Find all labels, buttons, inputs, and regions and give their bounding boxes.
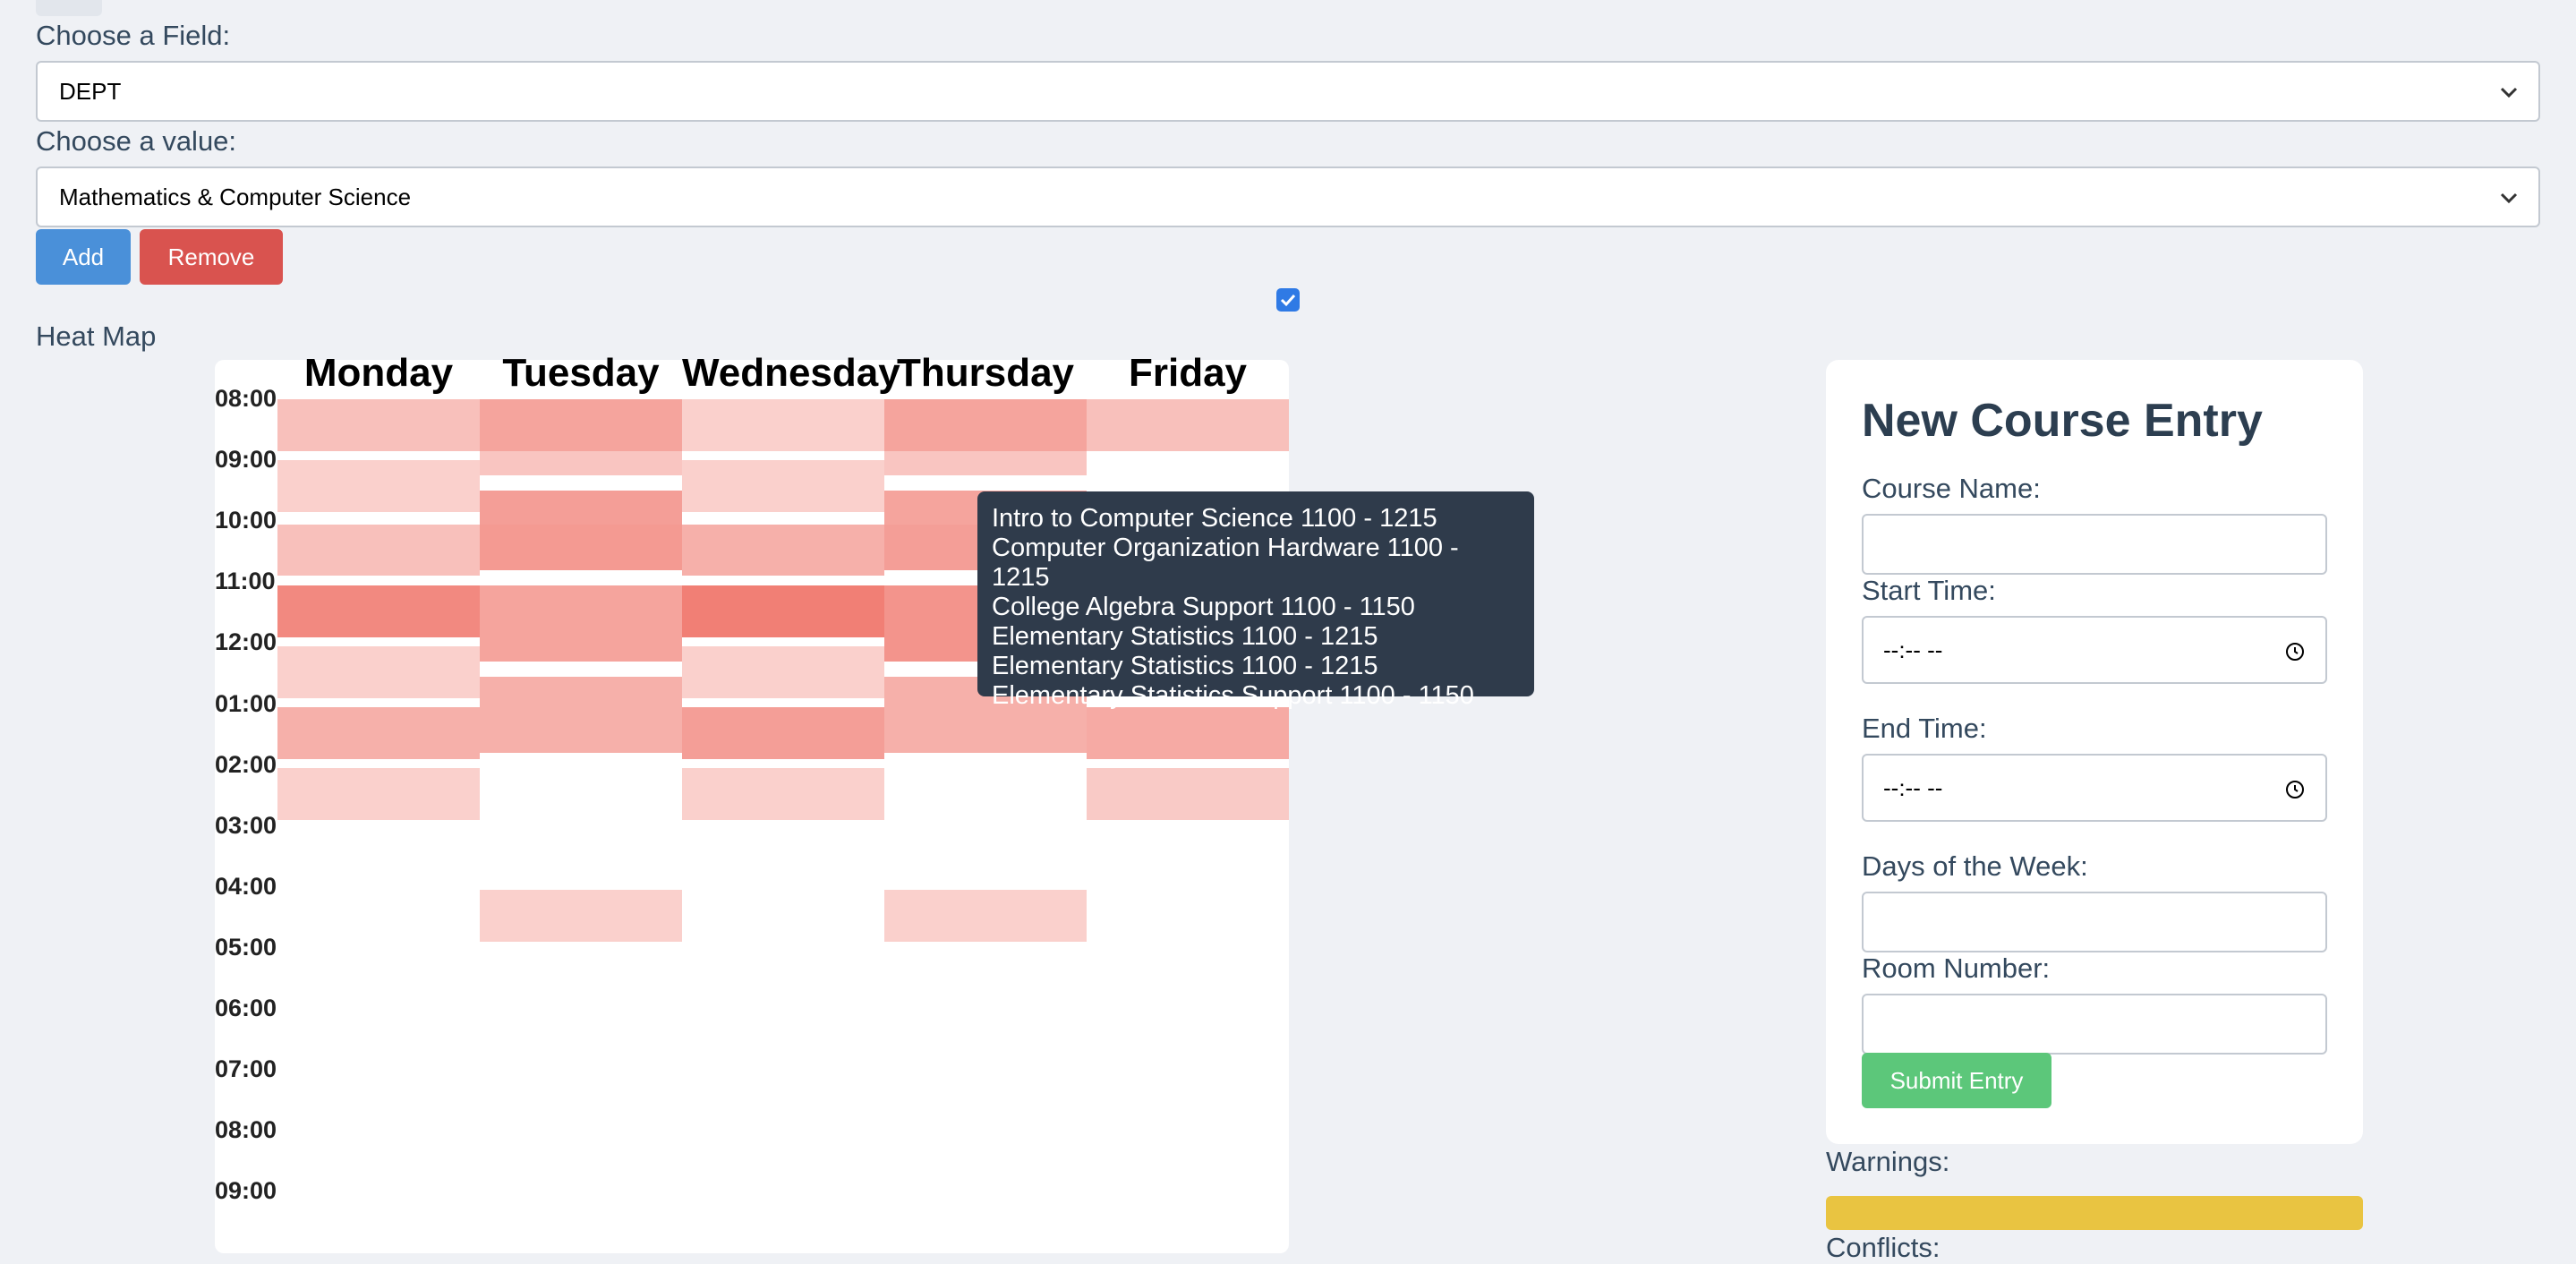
value-label: Choose a value:	[36, 125, 237, 157]
end-time-value: --:-- --	[1883, 773, 1943, 801]
card-title: New Course Entry	[1862, 395, 2263, 447]
heatmap-cell[interactable]	[480, 491, 682, 525]
heatmap-cell[interactable]	[682, 524, 884, 576]
tooltip-line: Computer Organization Hardware 1100 - 12…	[992, 534, 1459, 592]
value-select[interactable]: Mathematics & Computer Science	[36, 167, 2540, 227]
clock-icon	[2286, 781, 2304, 799]
start-time-value: --:-- --	[1883, 636, 1943, 663]
submit-entry-button[interactable]: Submit Entry	[1862, 1053, 2051, 1108]
heatmap-cell[interactable]	[884, 399, 1087, 451]
heatmap-cell[interactable]	[277, 460, 480, 512]
time-label: 02:00	[215, 750, 277, 778]
heatmap-tooltip: Intro to Computer Science 1100 - 1215 Com…	[977, 491, 1534, 710]
heatmap-cell[interactable]	[277, 585, 480, 637]
field-select-value: DEPT	[59, 77, 122, 105]
course-name-label: Course Name:	[1862, 473, 2041, 504]
time-label: 07:00	[215, 1055, 277, 1083]
days-label: Days of the Week:	[1862, 850, 2088, 882]
clock-icon	[2286, 643, 2304, 661]
value-select-value: Mathematics & Computer Science	[59, 183, 412, 210]
heatmap-title: Heat Map	[36, 320, 157, 352]
heatmap-cell[interactable]	[480, 676, 682, 753]
time-label: 01:00	[215, 689, 277, 717]
field-label: Choose a Field:	[36, 20, 231, 51]
end-time-input[interactable]: --:-- --	[1862, 754, 2327, 822]
end-time-label: End Time:	[1862, 713, 1987, 744]
top-tab	[36, 0, 102, 16]
time-label: 08:00	[215, 385, 277, 412]
time-label: 10:00	[215, 507, 277, 534]
heatmap-cell[interactable]	[480, 585, 682, 662]
time-label: 08:00	[215, 1116, 277, 1144]
heatmap-cell[interactable]	[682, 645, 884, 698]
heatmap-cell[interactable]	[277, 524, 480, 576]
day-header: Thursday	[896, 351, 1075, 395]
room-label: Room Number:	[1862, 952, 2051, 984]
heatmap-cell[interactable]	[277, 399, 480, 451]
conflicts-label: Conflicts:	[1826, 1232, 1941, 1263]
tooltip-line: Elementary Statistics 1100 - 1215	[992, 652, 1378, 680]
heatmap-cell[interactable]	[682, 706, 884, 759]
tooltip-line: Elementary Statistics 1100 - 1215	[992, 622, 1378, 651]
time-label: 09:00	[215, 446, 277, 474]
room-input[interactable]	[1862, 994, 2327, 1055]
heatmap-cell[interactable]	[480, 524, 682, 570]
start-time-label: Start Time:	[1862, 575, 1996, 606]
course-name-input[interactable]	[1862, 514, 2327, 575]
heatmap-cell[interactable]	[682, 585, 884, 637]
heatmap-cell[interactable]	[480, 890, 682, 943]
time-label: 09:00	[215, 1177, 277, 1205]
tooltip-line: Elementary Statistics Support 1100 - 115…	[992, 681, 1474, 710]
heatmap-cell[interactable]	[1087, 706, 1289, 759]
day-header: Monday	[303, 351, 454, 395]
heatmap-cell[interactable]	[682, 399, 884, 451]
time-label: 04:00	[215, 872, 277, 900]
time-label: 12:00	[215, 628, 277, 656]
day-header: Wednesday	[682, 351, 900, 395]
heatmap-cell[interactable]	[277, 645, 480, 698]
time-label: 06:00	[215, 995, 277, 1021]
warnings-bar	[1826, 1196, 2363, 1230]
heatmap-checkbox[interactable]	[1276, 288, 1300, 312]
add-button[interactable]: Add	[36, 229, 131, 285]
check-icon	[1280, 294, 1296, 307]
heatmap-cell[interactable]	[1087, 768, 1289, 820]
heatmap-cell[interactable]	[277, 768, 480, 820]
tooltip-line: Intro to Computer Science 1100 - 1215	[992, 504, 1437, 533]
warnings-label: Warnings:	[1826, 1146, 1950, 1177]
chevron-down-icon	[2500, 87, 2518, 98]
chevron-down-icon	[2500, 192, 2518, 204]
heatmap-cell[interactable]	[682, 460, 884, 512]
day-header: Tuesday	[502, 351, 660, 395]
heatmap-cell[interactable]	[480, 399, 682, 451]
time-label: 03:00	[215, 811, 277, 839]
tooltip-line: College Algebra Support 1100 - 1150	[992, 593, 1415, 621]
heatmap-cell[interactable]	[480, 450, 682, 476]
time-label: 11:00	[215, 568, 276, 595]
start-time-input[interactable]: --:-- --	[1862, 616, 2327, 684]
time-label: 05:00	[215, 933, 277, 961]
remove-button[interactable]: Remove	[140, 229, 283, 285]
heatmap-cell[interactable]	[884, 890, 1087, 943]
field-select[interactable]: DEPT	[36, 61, 2540, 122]
days-input[interactable]	[1862, 892, 2327, 952]
heatmap-cell[interactable]	[682, 768, 884, 820]
heatmap-cell[interactable]	[1087, 399, 1289, 451]
heatmap-cell[interactable]	[277, 706, 480, 759]
heatmap-cell[interactable]	[884, 450, 1087, 476]
day-header: Friday	[1128, 351, 1248, 395]
new-course-card: New Course Entry Course Name: Start Time…	[1826, 360, 2363, 1144]
